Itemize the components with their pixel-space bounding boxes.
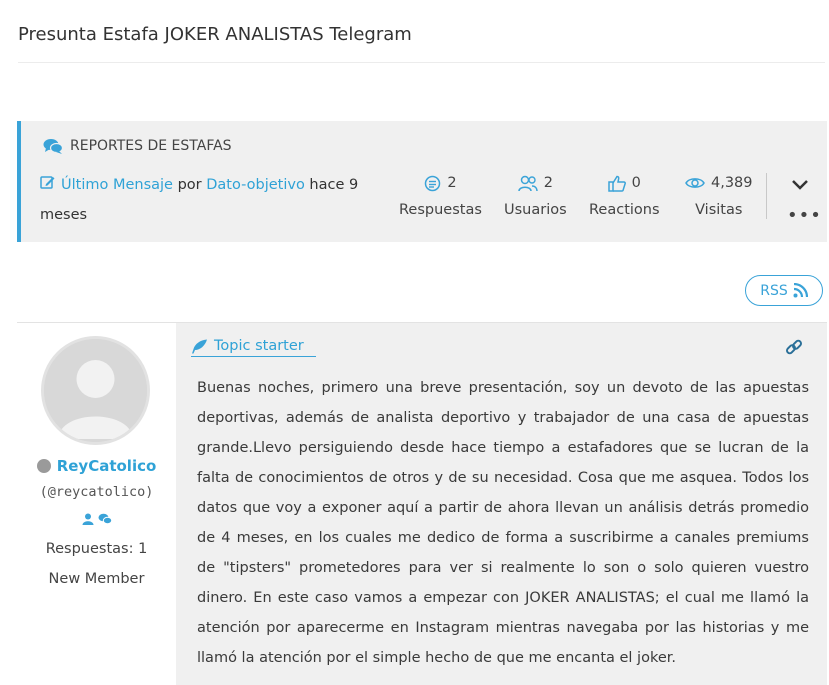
permalink-icon[interactable] — [785, 338, 803, 360]
more-options-icon[interactable]: ••• — [787, 205, 822, 226]
last-post-user-link[interactable]: Dato-objetivo — [206, 177, 305, 193]
author-handle: (@reycatolico) — [39, 484, 154, 500]
stat-replies-value: 2 — [447, 175, 457, 191]
stat-reactions-value: 0 — [631, 175, 641, 191]
post-author-panel: ReyCatolico (@reycatolico) Respuestas: 1… — [17, 323, 176, 685]
topic-starter-badge: Topic starter — [191, 338, 316, 357]
post-content: Topic starter Buenas noches, primero una… — [176, 323, 827, 685]
rss-label: RSS — [760, 282, 788, 299]
stats-divider — [766, 173, 767, 219]
stat-replies: 2 Respuestas — [399, 172, 482, 218]
author-rank: New Member — [48, 571, 145, 587]
author-name[interactable]: ReyCatolico — [17, 457, 176, 475]
topic-starter-label: Topic starter — [214, 338, 304, 354]
chevron-down-icon[interactable] — [791, 176, 809, 195]
author-roles — [17, 513, 176, 525]
title-divider — [18, 62, 825, 63]
author-name-text: ReyCatolico — [56, 457, 157, 475]
stat-reactions: 0 Reactions — [589, 172, 660, 218]
stat-views-label: Visitas — [695, 202, 743, 218]
topic-info-box: REPORTES DE ESTAFAS Último Mensaje por D… — [17, 121, 827, 242]
user-icon — [82, 513, 93, 525]
eye-icon — [685, 178, 705, 188]
stat-reactions-label: Reactions — [589, 202, 660, 218]
replies-icon — [425, 175, 441, 191]
stat-views: 4,389 Visitas — [685, 172, 753, 218]
topic-title: Presunta Estafa JOKER ANALISTAS Telegram — [18, 24, 412, 45]
forum-name: REPORTES DE ESTAFAS — [70, 138, 232, 154]
forum-link[interactable]: REPORTES DE ESTAFAS — [43, 138, 232, 154]
default-avatar-icon — [44, 339, 147, 442]
rss-button[interactable]: RSS — [745, 275, 823, 306]
stat-views-value: 4,389 — [711, 175, 753, 191]
feather-icon — [192, 339, 207, 353]
comments-icon — [98, 513, 112, 525]
post-body: Buenas noches, primero una breve present… — [197, 380, 809, 666]
edit-icon — [40, 176, 55, 189]
thumbs-up-icon — [607, 175, 626, 192]
rss-icon — [793, 283, 808, 298]
avatar[interactable] — [41, 336, 150, 445]
stat-users: 2 Usuarios — [504, 172, 567, 218]
last-post-info: Último Mensaje por Dato-objetivo hace 9 … — [40, 170, 385, 230]
last-post-link[interactable]: Último Mensaje — [61, 177, 173, 193]
stat-users-value: 2 — [543, 175, 553, 191]
users-icon — [517, 175, 538, 191]
offline-status-icon — [36, 459, 51, 473]
last-post-by: por — [172, 177, 207, 193]
post: ReyCatolico (@reycatolico) Respuestas: 1… — [17, 322, 827, 685]
comments-icon — [43, 139, 63, 154]
author-reply-count: Respuestas: 1 — [45, 541, 148, 557]
stat-users-label: Usuarios — [504, 202, 567, 218]
stat-replies-label: Respuestas — [399, 202, 482, 218]
